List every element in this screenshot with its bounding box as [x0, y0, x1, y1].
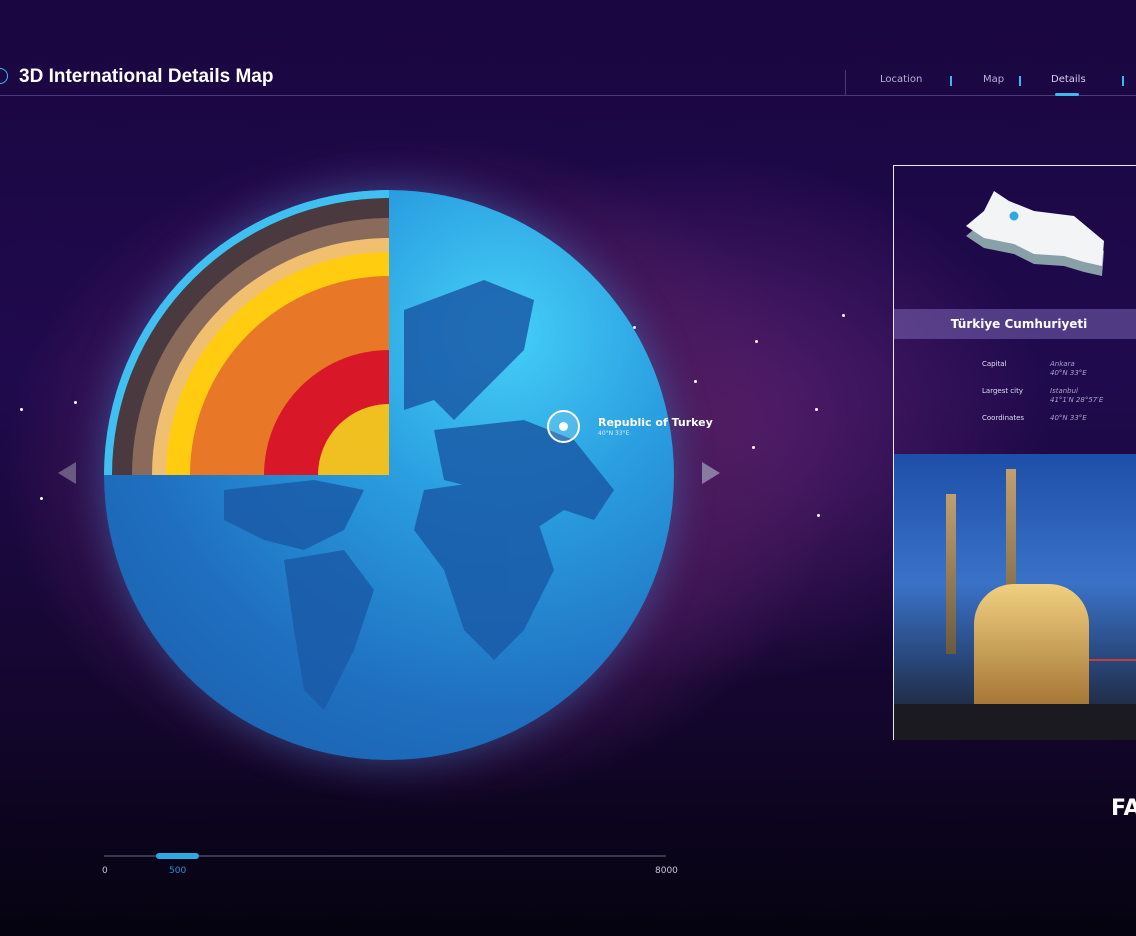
country-panel: Türkiye Cumhuriyeti Capital Ankara 40°N 33…: [893, 165, 1136, 740]
star: [815, 408, 818, 411]
star: [694, 380, 697, 383]
country-shape: [966, 191, 1104, 276]
star: [40, 497, 43, 500]
country-name: Türkiye Cumhuriyeti: [894, 309, 1136, 339]
tab-map[interactable]: Map: [983, 74, 1004, 85]
slider-min-label: 0: [102, 866, 108, 876]
depth-slider-thumb[interactable]: [156, 853, 199, 859]
star: [817, 514, 820, 517]
star: [842, 314, 845, 317]
tab-location[interactable]: Location: [880, 74, 922, 85]
globe[interactable]: [104, 190, 674, 760]
next-arrow-icon[interactable]: [702, 462, 720, 484]
previous-arrow-icon[interactable]: [58, 462, 76, 484]
capital-dot: [1009, 211, 1019, 221]
slider-max-label: 8000: [655, 866, 678, 876]
nav-tabs: Location Map Details: [845, 70, 1136, 96]
info-row-capital: Capital Ankara 40°N 33°E: [982, 360, 1087, 377]
star: [752, 446, 755, 449]
marker-label: Republic of Turkey: [598, 416, 713, 429]
header: 3D International Details Map Location Ma…: [0, 60, 1136, 96]
globe-icon: [0, 68, 8, 84]
location-marker[interactable]: [547, 410, 580, 443]
info-row-coordinates: Coordinates 40°N 33°E: [982, 414, 1087, 422]
marker-dot: [559, 422, 568, 431]
divider: [950, 76, 952, 86]
marker-coords: 40°N 33°E: [598, 430, 630, 437]
globe-map: [104, 190, 614, 710]
mosque-photo: [894, 454, 1136, 740]
info-row-largest-city: Largest city Istanbul 41°1′N 28°57′E: [982, 387, 1104, 404]
divider: [1019, 76, 1021, 86]
star: [20, 408, 23, 411]
star: [755, 340, 758, 343]
slider-value-label: 500: [169, 866, 187, 876]
divider: [1122, 76, 1124, 86]
tab-details[interactable]: Details: [1051, 74, 1086, 85]
star: [74, 401, 77, 404]
page-title: 3D International Details Map: [19, 66, 274, 87]
partial-text: FA: [1111, 796, 1136, 821]
active-tab-indicator: [1055, 93, 1079, 96]
